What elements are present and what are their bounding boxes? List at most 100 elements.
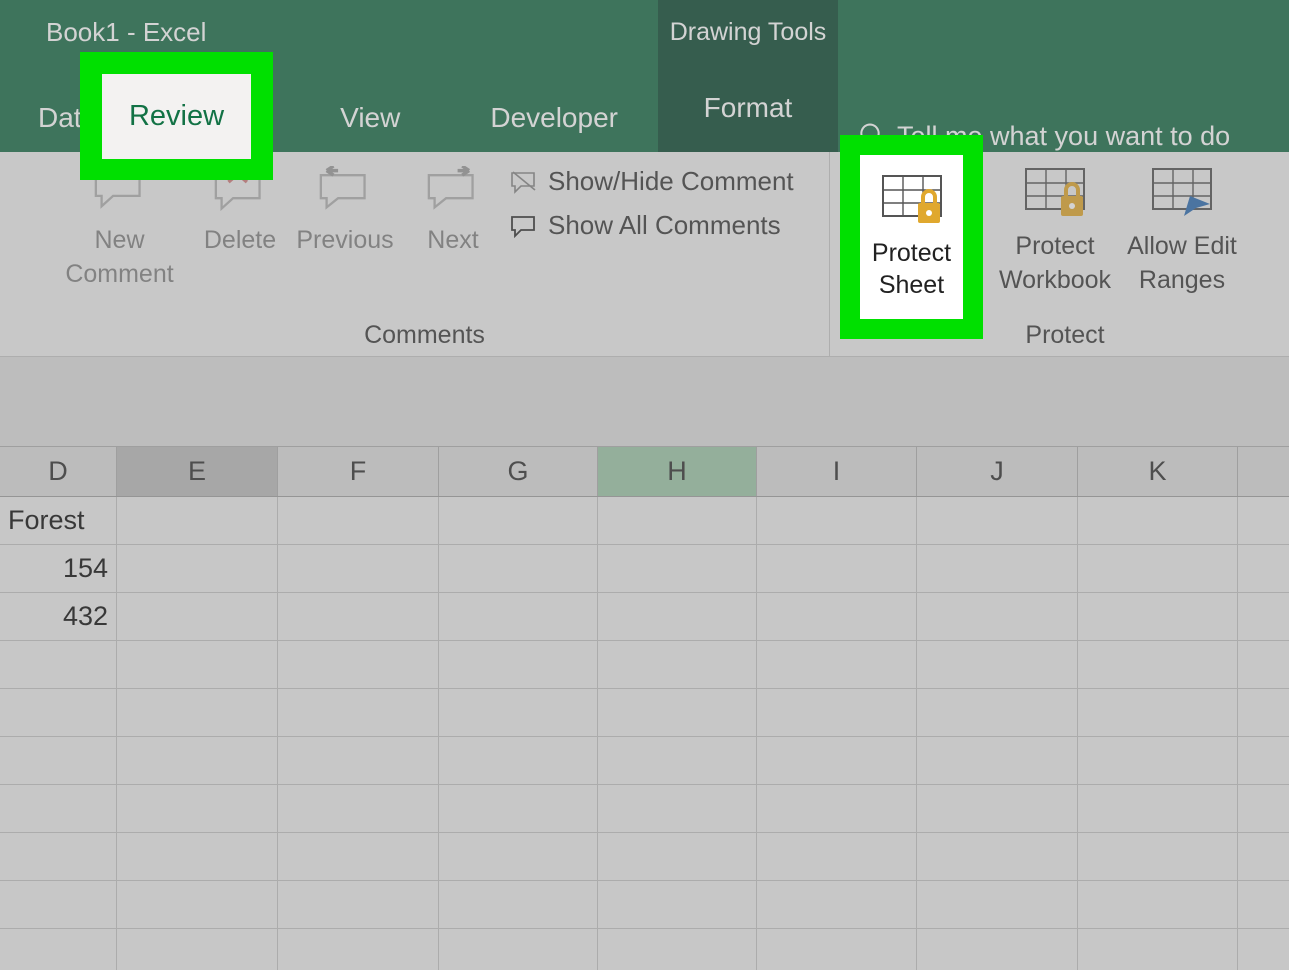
cell[interactable] xyxy=(439,545,598,592)
tab-view[interactable]: View xyxy=(320,84,420,152)
cell[interactable] xyxy=(917,929,1078,970)
cell[interactable] xyxy=(1078,737,1238,784)
cell[interactable] xyxy=(917,737,1078,784)
cell[interactable] xyxy=(439,785,598,832)
cell[interactable] xyxy=(1078,593,1238,640)
cell[interactable] xyxy=(598,737,757,784)
column-header-H[interactable]: H xyxy=(598,447,757,496)
spreadsheet-grid[interactable]: Forest154432 xyxy=(0,497,1289,970)
cell[interactable] xyxy=(278,593,439,640)
cell[interactable] xyxy=(439,737,598,784)
cell[interactable] xyxy=(117,737,278,784)
cell[interactable] xyxy=(117,593,278,640)
next-comment-button[interactable]: Next xyxy=(418,166,488,258)
cell[interactable] xyxy=(439,641,598,688)
cell[interactable] xyxy=(917,881,1078,928)
cell[interactable] xyxy=(598,641,757,688)
cell[interactable] xyxy=(757,641,917,688)
cell[interactable] xyxy=(0,785,117,832)
cell[interactable] xyxy=(1078,545,1238,592)
cell[interactable] xyxy=(1078,785,1238,832)
cell[interactable] xyxy=(757,785,917,832)
cell[interactable] xyxy=(439,833,598,880)
cell[interactable] xyxy=(117,497,278,544)
cell[interactable] xyxy=(0,881,117,928)
cell[interactable] xyxy=(117,641,278,688)
cell[interactable] xyxy=(1078,881,1238,928)
column-header-K[interactable]: K xyxy=(1078,447,1238,496)
cell[interactable] xyxy=(598,833,757,880)
cell[interactable] xyxy=(439,593,598,640)
cell[interactable] xyxy=(0,929,117,970)
protect-sheet-button[interactable]: Protect Sheet xyxy=(860,155,963,319)
cell[interactable] xyxy=(117,785,278,832)
cell[interactable] xyxy=(757,497,917,544)
cell[interactable] xyxy=(1078,641,1238,688)
cell[interactable] xyxy=(917,785,1078,832)
cell[interactable] xyxy=(598,689,757,736)
cell[interactable] xyxy=(278,497,439,544)
cell[interactable] xyxy=(598,881,757,928)
column-header-I[interactable]: I xyxy=(757,447,917,496)
cell[interactable] xyxy=(1078,929,1238,970)
cell[interactable] xyxy=(757,737,917,784)
cell[interactable] xyxy=(0,689,117,736)
cell[interactable] xyxy=(117,833,278,880)
cell[interactable] xyxy=(757,929,917,970)
cell[interactable] xyxy=(278,881,439,928)
cell[interactable] xyxy=(598,785,757,832)
cell[interactable] xyxy=(439,929,598,970)
cell[interactable] xyxy=(278,929,439,970)
cell[interactable] xyxy=(757,545,917,592)
cell[interactable] xyxy=(917,641,1078,688)
cell[interactable] xyxy=(917,545,1078,592)
cell[interactable] xyxy=(117,545,278,592)
cell[interactable] xyxy=(757,881,917,928)
cell[interactable] xyxy=(117,689,278,736)
cell[interactable] xyxy=(117,929,278,970)
cell[interactable] xyxy=(598,497,757,544)
cell[interactable] xyxy=(917,593,1078,640)
protect-workbook-button[interactable]: Protect Workbook xyxy=(985,166,1125,298)
cell[interactable] xyxy=(278,833,439,880)
cell[interactable] xyxy=(598,929,757,970)
cell[interactable] xyxy=(598,545,757,592)
cell[interactable] xyxy=(757,689,917,736)
cell[interactable] xyxy=(917,497,1078,544)
cell[interactable] xyxy=(757,593,917,640)
tab-review[interactable]: Review xyxy=(102,74,251,159)
cell[interactable] xyxy=(1078,689,1238,736)
show-hide-comment-button[interactable]: Show/Hide Comment xyxy=(510,166,794,197)
cell[interactable] xyxy=(598,593,757,640)
cell[interactable] xyxy=(117,881,278,928)
cell[interactable] xyxy=(439,689,598,736)
cell[interactable] xyxy=(1078,833,1238,880)
cell[interactable] xyxy=(439,881,598,928)
column-header-D[interactable]: D xyxy=(0,447,117,496)
cell[interactable] xyxy=(278,689,439,736)
cell[interactable]: Forest xyxy=(0,497,117,544)
cell[interactable] xyxy=(278,785,439,832)
new-comment-button[interactable]: New Comment xyxy=(52,166,187,292)
column-header-G[interactable]: G xyxy=(439,447,598,496)
cell[interactable]: 432 xyxy=(0,593,117,640)
previous-comment-button[interactable]: Previous xyxy=(290,166,400,258)
cell[interactable] xyxy=(439,497,598,544)
cell[interactable] xyxy=(278,737,439,784)
cell[interactable] xyxy=(0,737,117,784)
cell[interactable] xyxy=(917,689,1078,736)
cell[interactable] xyxy=(1078,497,1238,544)
cell[interactable]: 154 xyxy=(0,545,117,592)
show-all-comments-button[interactable]: Show All Comments xyxy=(510,210,781,241)
allow-edit-ranges-button[interactable]: Allow Edit Ranges xyxy=(1112,166,1252,298)
cell[interactable] xyxy=(917,833,1078,880)
tab-developer[interactable]: Developer xyxy=(470,84,638,152)
cell[interactable] xyxy=(757,833,917,880)
column-header-F[interactable]: F xyxy=(278,447,439,496)
cell[interactable] xyxy=(278,545,439,592)
cell[interactable] xyxy=(278,641,439,688)
column-header-E[interactable]: E xyxy=(117,447,278,496)
cell[interactable] xyxy=(0,833,117,880)
cell[interactable] xyxy=(0,641,117,688)
tab-format[interactable]: Format xyxy=(658,64,838,152)
